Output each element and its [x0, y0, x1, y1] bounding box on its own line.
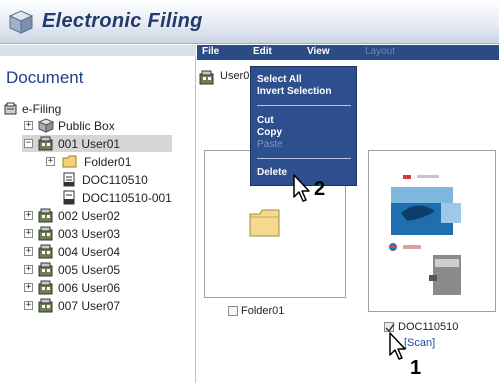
tree-label-user03: 003 User03	[58, 227, 121, 241]
breadcrumb[interactable]: User0	[220, 70, 249, 82]
expand-icon[interactable]: +	[24, 301, 33, 310]
pointer-cursor-icon	[389, 332, 406, 360]
pane-heading: Document	[6, 68, 84, 87]
navigation-pane-header	[0, 45, 196, 56]
box-icon	[38, 118, 54, 133]
menu-file[interactable]: File	[202, 46, 219, 57]
user-box-icon	[38, 298, 53, 313]
tree-item-user05[interactable]: + 005 User05	[24, 262, 144, 278]
efiling-icon	[4, 102, 17, 115]
menu-item-cut[interactable]: Cut	[257, 115, 274, 126]
menu-item-invert-selection[interactable]: Invert Selection	[257, 86, 331, 97]
folder-checkbox[interactable]	[228, 306, 238, 316]
folder-icon	[249, 209, 280, 237]
tree-label-user07: 007 User07	[58, 299, 121, 313]
pointer-cursor-icon	[293, 174, 310, 202]
step-number-2: 2	[314, 178, 326, 200]
tree-label-user06: 006 User06	[58, 281, 121, 295]
tree-label-folder01: Folder01	[84, 155, 132, 169]
expand-icon[interactable]: +	[24, 211, 33, 220]
tree-item-public-box[interactable]: + Public Box	[24, 118, 144, 134]
step-number-1: 1	[410, 357, 422, 379]
menu-bar: File Edit View Layout	[197, 45, 499, 60]
tree-label-user04: 004 User04	[58, 245, 121, 259]
expand-icon[interactable]: +	[24, 121, 33, 130]
document-icon	[63, 190, 75, 205]
menu-item-paste[interactable]: Paste	[257, 139, 283, 150]
app-header: Electronic Filing	[0, 0, 499, 44]
folder-icon	[62, 155, 77, 168]
expand-icon[interactable]: +	[24, 283, 33, 292]
menu-item-delete[interactable]: Delete	[257, 167, 287, 178]
tree-label-doc110510-001: DOC110510-001	[82, 191, 172, 205]
cube-logo-icon	[8, 10, 34, 34]
tree-label-user01: 001 User01	[58, 137, 121, 151]
tree-item-user04[interactable]: + 004 User04	[24, 244, 144, 260]
tree-item-user02[interactable]: + 002 User02	[24, 208, 144, 224]
expand-icon[interactable]: +	[24, 247, 33, 256]
user-box-icon	[38, 262, 53, 277]
tree-item-user06[interactable]: + 006 User06	[24, 280, 144, 296]
user-box-icon	[38, 208, 53, 223]
tree-label-user05: 005 User05	[58, 263, 121, 277]
document-preview-image	[373, 155, 493, 309]
tree-label-user02: 002 User02	[58, 209, 121, 223]
tree-item-efiling[interactable]: e-Filing	[4, 101, 124, 117]
menu-separator	[257, 105, 351, 106]
app-title: Electronic Filing	[42, 10, 203, 32]
tree-item-user01[interactable]: − 001 User01	[24, 136, 172, 152]
tree-label-public-box: Public Box	[58, 119, 115, 133]
expand-icon[interactable]: +	[24, 265, 33, 274]
tree-item-user07[interactable]: + 007 User07	[24, 298, 144, 314]
menu-item-select-all[interactable]: Select All	[257, 74, 302, 85]
menu-view[interactable]: View	[307, 46, 330, 57]
tree-item-user03[interactable]: + 003 User03	[24, 226, 144, 242]
edit-menu-dropdown: Select All Invert Selection Cut Copy Pas…	[250, 66, 357, 186]
user-box-icon	[199, 70, 214, 85]
collapse-icon[interactable]: −	[24, 139, 33, 148]
menu-edit[interactable]: Edit	[253, 46, 272, 57]
expand-icon[interactable]: +	[46, 157, 55, 166]
tree-item-doc110510[interactable]: DOC110510	[62, 172, 182, 188]
tree-label-doc110510: DOC110510	[82, 173, 148, 187]
tree-item-folder01[interactable]: + Folder01	[46, 154, 166, 170]
user-box-icon	[38, 280, 53, 295]
user-box-icon	[38, 226, 53, 241]
menu-layout[interactable]: Layout	[365, 46, 395, 57]
document-thumbnail[interactable]	[368, 150, 496, 312]
document-icon	[63, 172, 75, 187]
user-box-icon	[38, 244, 53, 259]
tree-item-doc110510-001[interactable]: DOC110510-001	[62, 190, 192, 206]
expand-icon[interactable]: +	[24, 229, 33, 238]
folder-label[interactable]: Folder01	[241, 305, 284, 317]
user-box-icon	[38, 136, 53, 151]
menu-separator	[257, 158, 351, 159]
tree-label-efiling: e-Filing	[22, 102, 62, 116]
menu-item-copy[interactable]: Copy	[257, 127, 282, 138]
